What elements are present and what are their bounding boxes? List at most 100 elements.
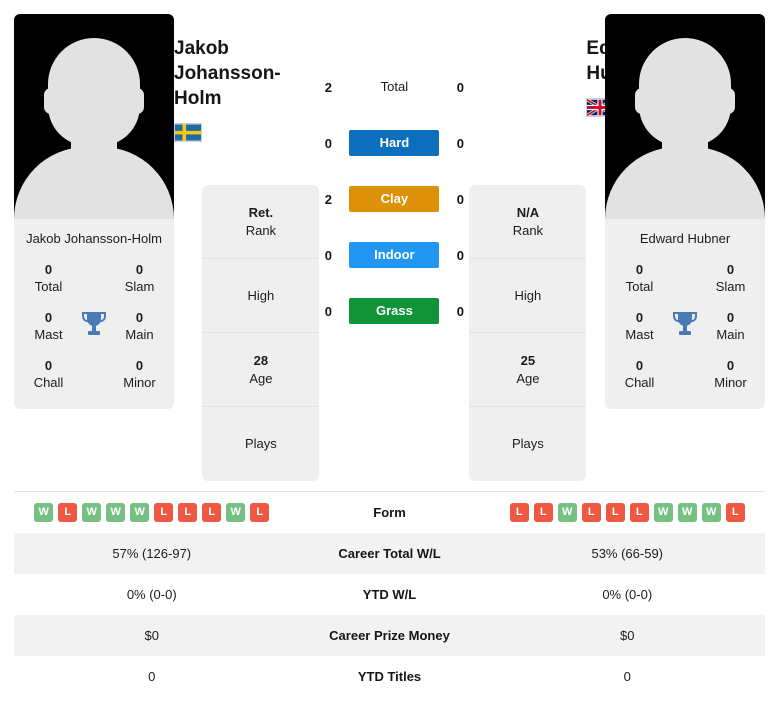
form-badge-loss: L [533,503,553,522]
comparison-row: W L W W W L L L W L Form L L W L L L W W W L [14,492,765,533]
form-badge-win: W [677,503,697,522]
left-titles-total-value: 0 [44,262,53,277]
form-badge-win: W [226,503,246,522]
right-value: $0 [620,628,635,643]
surface-head-to-head: 2 Total 0 0 Hard 0 2 Clay 0 0 Indoor 0 0 Grass 0 [319,14,469,328]
comparison-row-label: Form [373,505,406,520]
left-value: 0% (0-0) [126,587,177,602]
surface-indoor-label[interactable]: Indoor [349,242,440,268]
surface-grass-left-count: 0 [324,303,332,319]
right-titles-slam-value: 0 [726,262,735,277]
left-titles-chall-label: Chall [33,375,64,390]
right-value: 0% (0-0) [602,587,653,602]
form-badge-win: W [34,503,54,522]
right-player-card[interactable]: Edward Hubner 0 Total 0 Slam 0 Mast 0 Ma… [605,14,765,409]
right-titles-mast-label: Mast [625,327,654,342]
right-info-age: 25 Age [469,333,587,407]
right-titles-chall: 0 Chall [611,357,668,391]
comparison-row: $0 Career Prize Money $0 [14,615,765,656]
left-info-high-label: High [247,287,275,303]
right-info-rank-label: Rank [512,222,544,238]
left-titles-mast-value: 0 [44,310,53,325]
form-badge-loss: L [725,503,745,522]
trophy-icon [81,310,107,343]
left-value: 57% (126-97) [112,546,192,561]
left-titles-minor-value: 0 [135,358,144,373]
right-info-rank-value: N/A [516,204,540,220]
comparison-row: 0 YTD Titles 0 [14,656,765,697]
surface-hard-left-count: 0 [324,135,332,151]
right-info-high-label: High [514,287,542,303]
right-titles-mast-value: 0 [635,310,644,325]
left-value: 0 [148,669,156,684]
left-player-card[interactable]: Jakob Johansson-Holm 0 Total 0 Slam 0 Ma… [14,14,174,409]
right-titles-chall-label: Chall [624,375,655,390]
surface-clay-label[interactable]: Clay [349,186,440,212]
left-player-name: Jakob Johansson-Holm [174,38,281,109]
left-info-plays-label: Plays [244,436,277,451]
right-titles-total: 0 Total [611,261,668,295]
player-comparison-header: Jakob Johansson-Holm 0 Total 0 Slam 0 Ma… [0,0,779,481]
left-info-age: 28 Age [202,333,320,407]
right-trophy-icon-cell [668,310,702,343]
right-titles-minor: 0 Minor [702,357,759,391]
comparison-row-label: Career Prize Money [329,628,450,643]
right-form-badges: LLWLLLWWWL [490,503,766,522]
left-titles-main-label: Main [125,327,154,342]
surface-row-grass: 0 Grass 0 [319,294,469,328]
right-titles-slam: 0 Slam [702,261,759,295]
surface-total-left-count: 2 [324,79,332,95]
left-titles-main-value: 0 [135,310,144,325]
left-titles-grid: 0 Total 0 Slam 0 Mast 0 Main 0 Chall 0 M… [14,251,174,409]
left-titles-total-label: Total [34,279,63,294]
form-badge-loss: L [202,503,222,522]
comparison-row-label: YTD Titles [357,669,422,684]
left-titles-chall: 0 Chall [20,357,77,391]
form-badge-loss: L [629,503,649,522]
surface-grass-label[interactable]: Grass [349,298,440,324]
left-info-high: High [202,259,320,333]
form-badge-loss: L [154,503,174,522]
surface-clay-right-count: 0 [456,191,464,207]
trophy-icon [672,310,698,343]
comparison-row: 57% (126-97) Career Total W/L 53% (66-59) [14,533,765,574]
form-badge-win: W [557,503,577,522]
form-badge-loss: L [509,503,529,522]
avatar-ear-left [44,88,58,114]
right-titles-main-label: Main [716,327,745,342]
surface-indoor-left-count: 0 [324,247,332,263]
right-titles-minor-label: Minor [714,375,747,390]
left-info-age-value: 28 [253,352,269,368]
left-titles-chall-value: 0 [44,358,53,373]
avatar-ear-left [635,88,649,114]
left-titles-slam-value: 0 [135,262,144,277]
surface-hard-label[interactable]: Hard [349,130,440,156]
form-badge-win: W [130,503,150,522]
left-player-info-card: Ret. Rank High 28 Age Plays [202,185,320,481]
right-player-info-card: N/A Rank High 25 Age Plays [469,185,587,481]
right-titles-grid: 0 Total 0 Slam 0 Mast 0 Main 0 Chall 0 M… [605,251,765,409]
right-info-plays-label: Plays [511,436,544,451]
left-titles-mast: 0 Mast [20,309,77,343]
avatar-body [14,147,174,219]
right-titles-main-value: 0 [726,310,735,325]
right-info-high: High [469,259,587,333]
left-info-rank: Ret. Rank [202,185,320,259]
avatar-head [639,38,731,146]
avatar-head [48,38,140,146]
surface-hard-right-count: 0 [456,135,464,151]
left-info-rank-label: Rank [245,222,277,238]
form-badge-win: W [653,503,673,522]
surface-total-label[interactable]: Total [349,74,439,100]
avatar-ear-right [721,88,735,114]
left-titles-minor: 0 Minor [111,357,168,391]
surface-clay-left-count: 2 [324,191,332,207]
form-badge-win: W [106,503,126,522]
right-value: 53% (66-59) [591,546,664,561]
surface-row-clay: 2 Clay 0 [319,182,469,216]
surface-row-indoor: 0 Indoor 0 [319,238,469,272]
right-card-player-name: Edward Hubner [639,231,731,246]
left-card-player-name: Jakob Johansson-Holm [26,231,162,246]
surface-indoor-right-count: 0 [456,247,464,263]
left-titles-total: 0 Total [20,261,77,295]
